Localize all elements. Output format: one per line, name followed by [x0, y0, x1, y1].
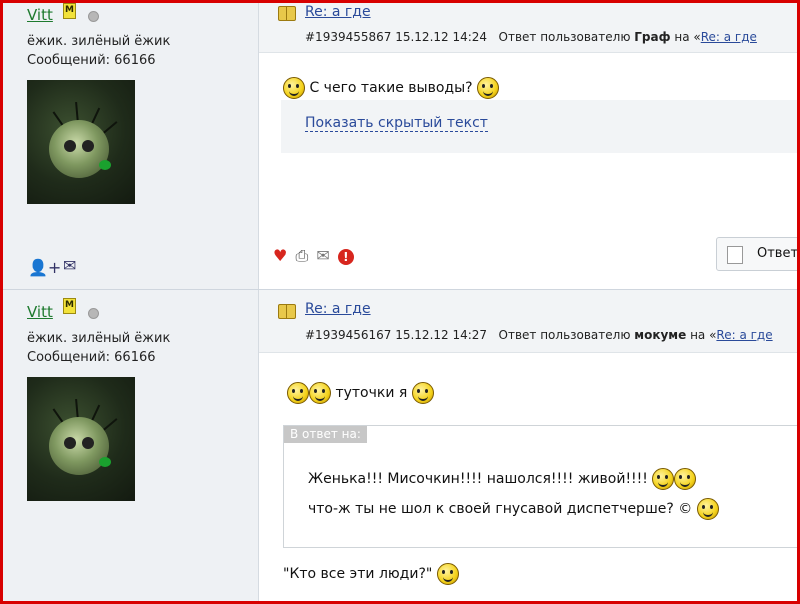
username-link[interactable]: Vitt [27, 303, 53, 321]
post-text: туточки я [287, 380, 434, 406]
post-header: Re: а где #1939455867 15.12.12 14:24 Отв… [259, 3, 797, 53]
username-link[interactable]: Vitt [27, 6, 53, 24]
post-meta: #1939455867 15.12.12 14:24 Ответ пользов… [305, 30, 757, 44]
offline-status-icon [88, 11, 99, 22]
user-panel: Vitt M ёжик. зилёный ёжик Сообщений: 661… [3, 290, 259, 601]
post-id-time: #1939456167 15.12.12 14:27 [305, 328, 488, 342]
post-meta: #1939456167 15.12.12 14:27 Ответ пользов… [305, 328, 773, 342]
book-icon [278, 6, 296, 21]
quote-line: что-ж ты не шол к своей гнусавой диспетч… [308, 498, 719, 520]
mail-icon[interactable]: ✉ [316, 246, 329, 265]
post-text: С чего такие выводы? [283, 77, 500, 99]
post-subject-link[interactable]: Re: а где [305, 301, 371, 317]
screenshot-frame: Vitt M ёжик. зилёный ёжик Сообщений: 661… [0, 0, 800, 604]
grin-smiley-icon [696, 498, 719, 520]
smiley-icon [477, 77, 500, 99]
moderator-badge-icon: M [63, 3, 76, 19]
warning-icon[interactable]: ! [337, 249, 354, 265]
post-body: Re: а где #1939455867 15.12.12 14:24 Отв… [259, 3, 799, 289]
offline-status-icon [88, 308, 99, 319]
post-text-after-quote-content: "Кто все эти люди?" [283, 566, 433, 582]
confused-smiley-icon [436, 563, 459, 585]
post-text-content: туточки я [335, 385, 408, 401]
reply-on: на « [674, 30, 701, 44]
two-smileys-icon [287, 380, 331, 406]
post-subject-link[interactable]: Re: а где [305, 4, 371, 20]
post-id-time: #1939455867 15.12.12 14:24 [305, 30, 488, 44]
avatar [27, 80, 135, 204]
post-body: Re: а где #1939456167 15.12.12 14:27 Отв… [259, 290, 797, 601]
smiley-icon [283, 77, 305, 99]
reply-prefix: Ответ пользователю [498, 328, 631, 342]
quote-label: В ответ на: [284, 426, 367, 443]
post-text-after-quote: "Кто все эти люди?" [283, 563, 459, 585]
quote-line-2: что-ж ты не шол к своей гнусавой диспетч… [308, 501, 693, 517]
user-title: ёжик. зилёный ёжик [27, 331, 171, 346]
reply-icon [727, 246, 743, 264]
show-hidden-text-link[interactable]: Показать скрытый текст [305, 115, 488, 132]
reply-user[interactable]: Граф [634, 30, 670, 44]
book-icon [278, 304, 296, 319]
post-text-content: С чего такие выводы? [309, 80, 473, 96]
grin-smiley-icon [411, 382, 434, 404]
quote-line: Женька!!! Мисочкин!!!! нашолся!!!! живой… [308, 466, 697, 492]
reply-post-link[interactable]: Re: а где [716, 328, 772, 342]
moderator-badge-icon: M [63, 298, 76, 314]
reply-user[interactable]: мокуме [634, 328, 686, 342]
user-panel: Vitt M ёжик. зилёный ёжик Сообщений: 661… [3, 3, 259, 289]
user-title: ёжик. зилёный ёжик [27, 34, 171, 49]
reply-button-label: Ответить [757, 246, 799, 261]
spoiler-block: Показать скрытый текст [281, 100, 797, 153]
user-message-count: Сообщений: 66166 [27, 350, 156, 365]
quote-block: В ответ на: Женька!!! Мисочкин!!!! нашол… [283, 425, 797, 548]
post: Vitt M ёжик. зилёный ёжик Сообщений: 661… [3, 289, 797, 601]
heart-icon[interactable]: ♥ [273, 246, 287, 265]
envelope-icon[interactable]: ✉ [63, 256, 76, 275]
post-actions: ♥ ⎙ ✉ ! [273, 246, 357, 266]
avatar [27, 377, 135, 501]
reply-button[interactable]: Ответить [716, 237, 799, 271]
two-smileys-icon [652, 466, 697, 492]
printer-icon[interactable]: ⎙ [295, 246, 308, 266]
post: Vitt M ёжик. зилёный ёжик Сообщений: 661… [3, 3, 799, 289]
quote-line-1: Женька!!! Мисочкин!!!! нашолся!!!! живой… [308, 471, 648, 487]
user-message-count: Сообщений: 66166 [27, 53, 156, 68]
add-friend-icon[interactable]: 👤+ [28, 258, 61, 277]
reply-on: на « [690, 328, 717, 342]
reply-prefix: Ответ пользователю [498, 30, 631, 44]
reply-post-link[interactable]: Re: а где [701, 30, 757, 44]
post-header: Re: а где #1939456167 15.12.12 14:27 Отв… [259, 290, 797, 353]
